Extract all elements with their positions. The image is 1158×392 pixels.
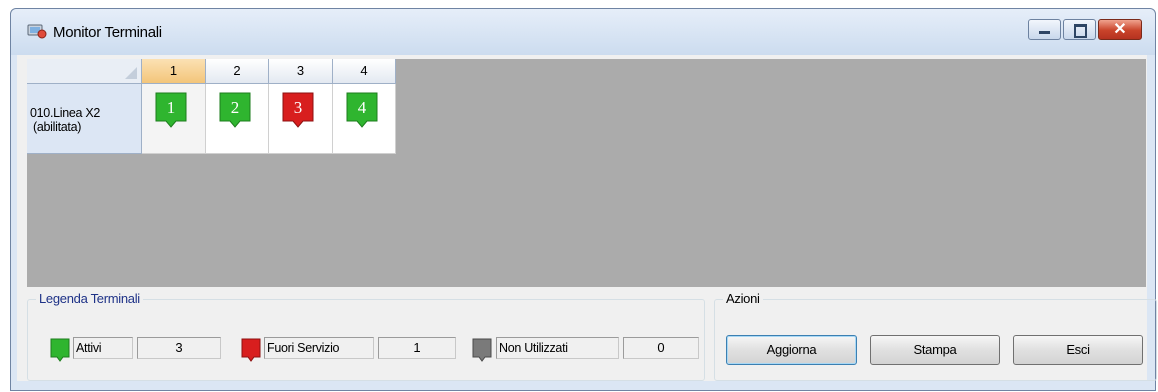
column-header-3[interactable]: 3 xyxy=(269,59,333,84)
terminal-cell-4[interactable]: 4 xyxy=(333,84,396,154)
terminals-grid[interactable]: 1 2 3 4 010.Linea X2 (abilitata) 1 2 3 4 xyxy=(27,59,1146,287)
close-button[interactable]: ✕ xyxy=(1098,19,1142,40)
terminal-active-icon xyxy=(50,338,70,362)
terminal-out-of-service-icon xyxy=(241,338,261,362)
terminal-out-of-service-icon: 3 xyxy=(282,92,314,128)
legend-count-non-utilizzati: 0 xyxy=(623,337,699,359)
terminal-active-icon: 2 xyxy=(219,92,251,128)
minimize-icon xyxy=(1039,31,1050,34)
title-bar[interactable]: Monitor Terminali ✕ xyxy=(11,9,1155,55)
terminal-cell-2[interactable]: 2 xyxy=(206,84,269,154)
terminal-number: 4 xyxy=(358,98,367,117)
terminal-number: 1 xyxy=(167,98,176,117)
column-header-4[interactable]: 4 xyxy=(333,59,396,84)
select-all-icon xyxy=(125,67,137,79)
legend-title: Legenda Terminali xyxy=(36,291,143,306)
legend-count-attivi: 3 xyxy=(137,337,221,359)
legend-group: Legenda Terminali Attivi 3 Fuori Servizi… xyxy=(27,291,705,381)
row-label: 010.Linea X2 xyxy=(30,106,101,120)
terminal-active-icon: 4 xyxy=(346,92,378,128)
app-icon xyxy=(27,24,47,39)
close-icon: ✕ xyxy=(1113,21,1127,38)
terminal-cell-1[interactable]: 1 xyxy=(142,84,206,154)
monitor-terminali-window: Monitor Terminali ✕ 1 2 3 4 010.Linea X2… xyxy=(10,8,1157,391)
legend-count-fuori-servizio: 1 xyxy=(378,337,456,359)
row-header-linea[interactable]: 010.Linea X2 (abilitata) xyxy=(27,84,142,154)
aggiorna-button[interactable]: Aggiorna xyxy=(726,335,857,365)
column-header-2[interactable]: 2 xyxy=(206,59,269,84)
terminal-cell-3[interactable]: 3 xyxy=(269,84,333,154)
grid-corner[interactable] xyxy=(27,59,142,84)
maximize-button[interactable] xyxy=(1063,19,1096,40)
terminal-number: 2 xyxy=(231,98,240,117)
legend-label-non-utilizzati: Non Utilizzati xyxy=(496,337,619,359)
window-content: 1 2 3 4 010.Linea X2 (abilitata) 1 2 3 4… xyxy=(17,55,1157,381)
terminal-number: 3 xyxy=(294,98,303,117)
actions-group: Azioni Aggiorna Stampa Esci xyxy=(714,291,1157,381)
legend-label-fuori-servizio: Fuori Servizio xyxy=(264,337,374,359)
actions-title: Azioni xyxy=(723,291,763,306)
terminal-unused-icon xyxy=(472,338,492,362)
window-title: Monitor Terminali xyxy=(53,24,162,41)
row-status: (abilitata) xyxy=(33,120,82,134)
column-header-1[interactable]: 1 xyxy=(142,59,206,84)
legend-label-attivi: Attivi xyxy=(73,337,133,359)
minimize-button[interactable] xyxy=(1028,19,1061,40)
maximize-icon xyxy=(1074,24,1087,38)
terminal-active-icon: 1 xyxy=(155,92,187,128)
esci-button[interactable]: Esci xyxy=(1013,335,1143,365)
stampa-button[interactable]: Stampa xyxy=(870,335,1000,365)
